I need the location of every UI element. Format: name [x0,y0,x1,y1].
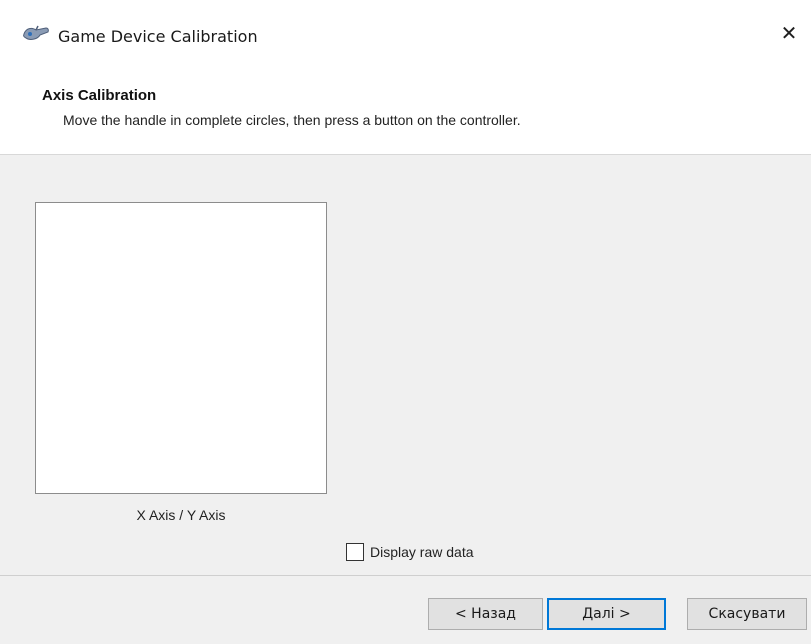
joystick-icon [22,24,50,44]
section-heading: Axis Calibration [42,87,157,104]
wizard-header: Axis Calibration Move the handle in comp… [0,60,811,155]
section-description: Move the handle in complete circles, the… [63,112,521,128]
back-button[interactable]: < Назад [428,598,543,630]
raw-data-label[interactable]: Display raw data [370,544,474,560]
axis-label: X Axis / Y Axis [136,507,226,523]
title-bar: Game Device Calibration ✕ [0,0,811,60]
cancel-button[interactable]: Скасувати [687,598,807,630]
axis-display-box [35,202,327,494]
button-bar: < Назад Далі > Скасувати [0,576,811,644]
raw-data-checkbox[interactable] [346,543,364,561]
window-title: Game Device Calibration [58,27,258,46]
calibration-dialog: Game Device Calibration ✕ Axis Calibrati… [0,0,811,644]
close-button[interactable]: ✕ [767,18,811,48]
calibration-body: X Axis / Y Axis Display raw data [0,155,811,575]
next-button[interactable]: Далі > [547,598,666,630]
